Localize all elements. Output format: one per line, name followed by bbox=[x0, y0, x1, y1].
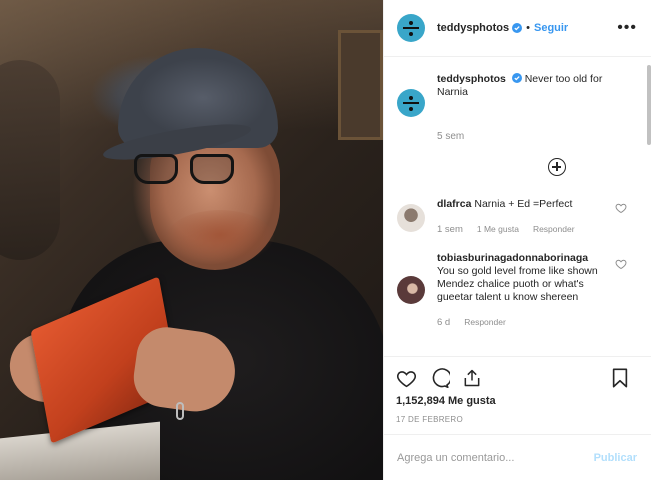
plus-circle-icon[interactable] bbox=[548, 158, 566, 176]
author-username[interactable]: teddysphotos bbox=[437, 22, 509, 34]
photo-background-person bbox=[0, 60, 60, 260]
reply-button[interactable]: Responder bbox=[533, 223, 575, 236]
heart-icon[interactable] bbox=[615, 202, 627, 214]
comment-body: tobiasburinagadonnaborinaga You so gold … bbox=[437, 252, 607, 329]
author-avatar[interactable] bbox=[397, 14, 425, 42]
more-options-button[interactable]: ••• bbox=[617, 20, 637, 36]
photo-beard bbox=[165, 210, 275, 270]
comment-text: Narnia + Ed =Perfect bbox=[474, 198, 573, 210]
comment-meta: 6 d Responder bbox=[437, 316, 607, 329]
post-header: teddysphotos • Seguir ••• bbox=[384, 0, 651, 57]
photo-glasses bbox=[134, 150, 254, 190]
post-modal: teddysphotos • Seguir ••• teddysphotos N… bbox=[0, 0, 651, 480]
commenter-avatar[interactable] bbox=[397, 204, 425, 232]
share-icon[interactable] bbox=[462, 368, 482, 388]
post-date[interactable]: 17 DE FEBRERO bbox=[396, 415, 639, 424]
comment-username[interactable]: tobiasburinagadonnaborinaga bbox=[437, 252, 588, 264]
post-photo[interactable] bbox=[0, 0, 383, 480]
comments-scrollbar[interactable] bbox=[647, 57, 651, 356]
heart-icon[interactable] bbox=[615, 258, 627, 270]
caption-username[interactable]: teddysphotos bbox=[437, 73, 506, 85]
heart-icon[interactable] bbox=[396, 368, 417, 389]
comment-item: tobiasburinagadonnaborinaga You so gold … bbox=[397, 252, 637, 329]
scrollbar-thumb[interactable] bbox=[647, 65, 651, 145]
caption-timestamp[interactable]: 5 sem bbox=[437, 131, 637, 142]
photo-wall-frame bbox=[338, 30, 383, 140]
post-side-panel: teddysphotos • Seguir ••• teddysphotos N… bbox=[383, 0, 651, 480]
commenter-avatar[interactable] bbox=[397, 276, 425, 304]
comment-time[interactable]: 1 sem bbox=[437, 223, 463, 236]
action-icons bbox=[396, 367, 639, 389]
comment-body: dlafrca Narnia + Ed =Perfect 1 sem 1 Me … bbox=[437, 198, 607, 236]
photo-ring bbox=[176, 402, 184, 420]
comment-input[interactable] bbox=[397, 451, 594, 464]
comment-time[interactable]: 6 d bbox=[437, 316, 450, 329]
caption-author-avatar[interactable] bbox=[397, 89, 425, 117]
reply-button[interactable]: Responder bbox=[464, 316, 506, 329]
caption: teddysphotos Never too old for Narnia bbox=[397, 73, 637, 117]
publish-button[interactable]: Publicar bbox=[594, 452, 637, 464]
comment-icon[interactable] bbox=[429, 367, 450, 389]
comment-text: You so gold level frome like shown Mende… bbox=[437, 265, 598, 303]
comment-username[interactable]: dlafrca bbox=[437, 198, 471, 210]
header-separator: • bbox=[526, 22, 530, 34]
post-actions: 1,152,894 Me gusta 17 DE FEBRERO bbox=[384, 356, 651, 434]
comment-meta: 1 sem 1 Me gusta Responder bbox=[437, 223, 607, 236]
likes-count[interactable]: 1,152,894 Me gusta bbox=[396, 395, 639, 407]
comment-composer: Publicar bbox=[384, 434, 651, 480]
caption-text-block: teddysphotos Never too old for Narnia bbox=[437, 73, 607, 117]
follow-button[interactable]: Seguir bbox=[534, 22, 568, 34]
comment-likes[interactable]: 1 Me gusta bbox=[477, 223, 519, 236]
comment-item: dlafrca Narnia + Ed =Perfect 1 sem 1 Me … bbox=[397, 198, 637, 236]
bookmark-icon[interactable] bbox=[611, 368, 629, 388]
verified-badge-icon bbox=[512, 23, 523, 33]
comments-list[interactable]: teddysphotos Never too old for Narnia 5 … bbox=[384, 57, 651, 356]
verified-badge-icon bbox=[511, 73, 522, 83]
